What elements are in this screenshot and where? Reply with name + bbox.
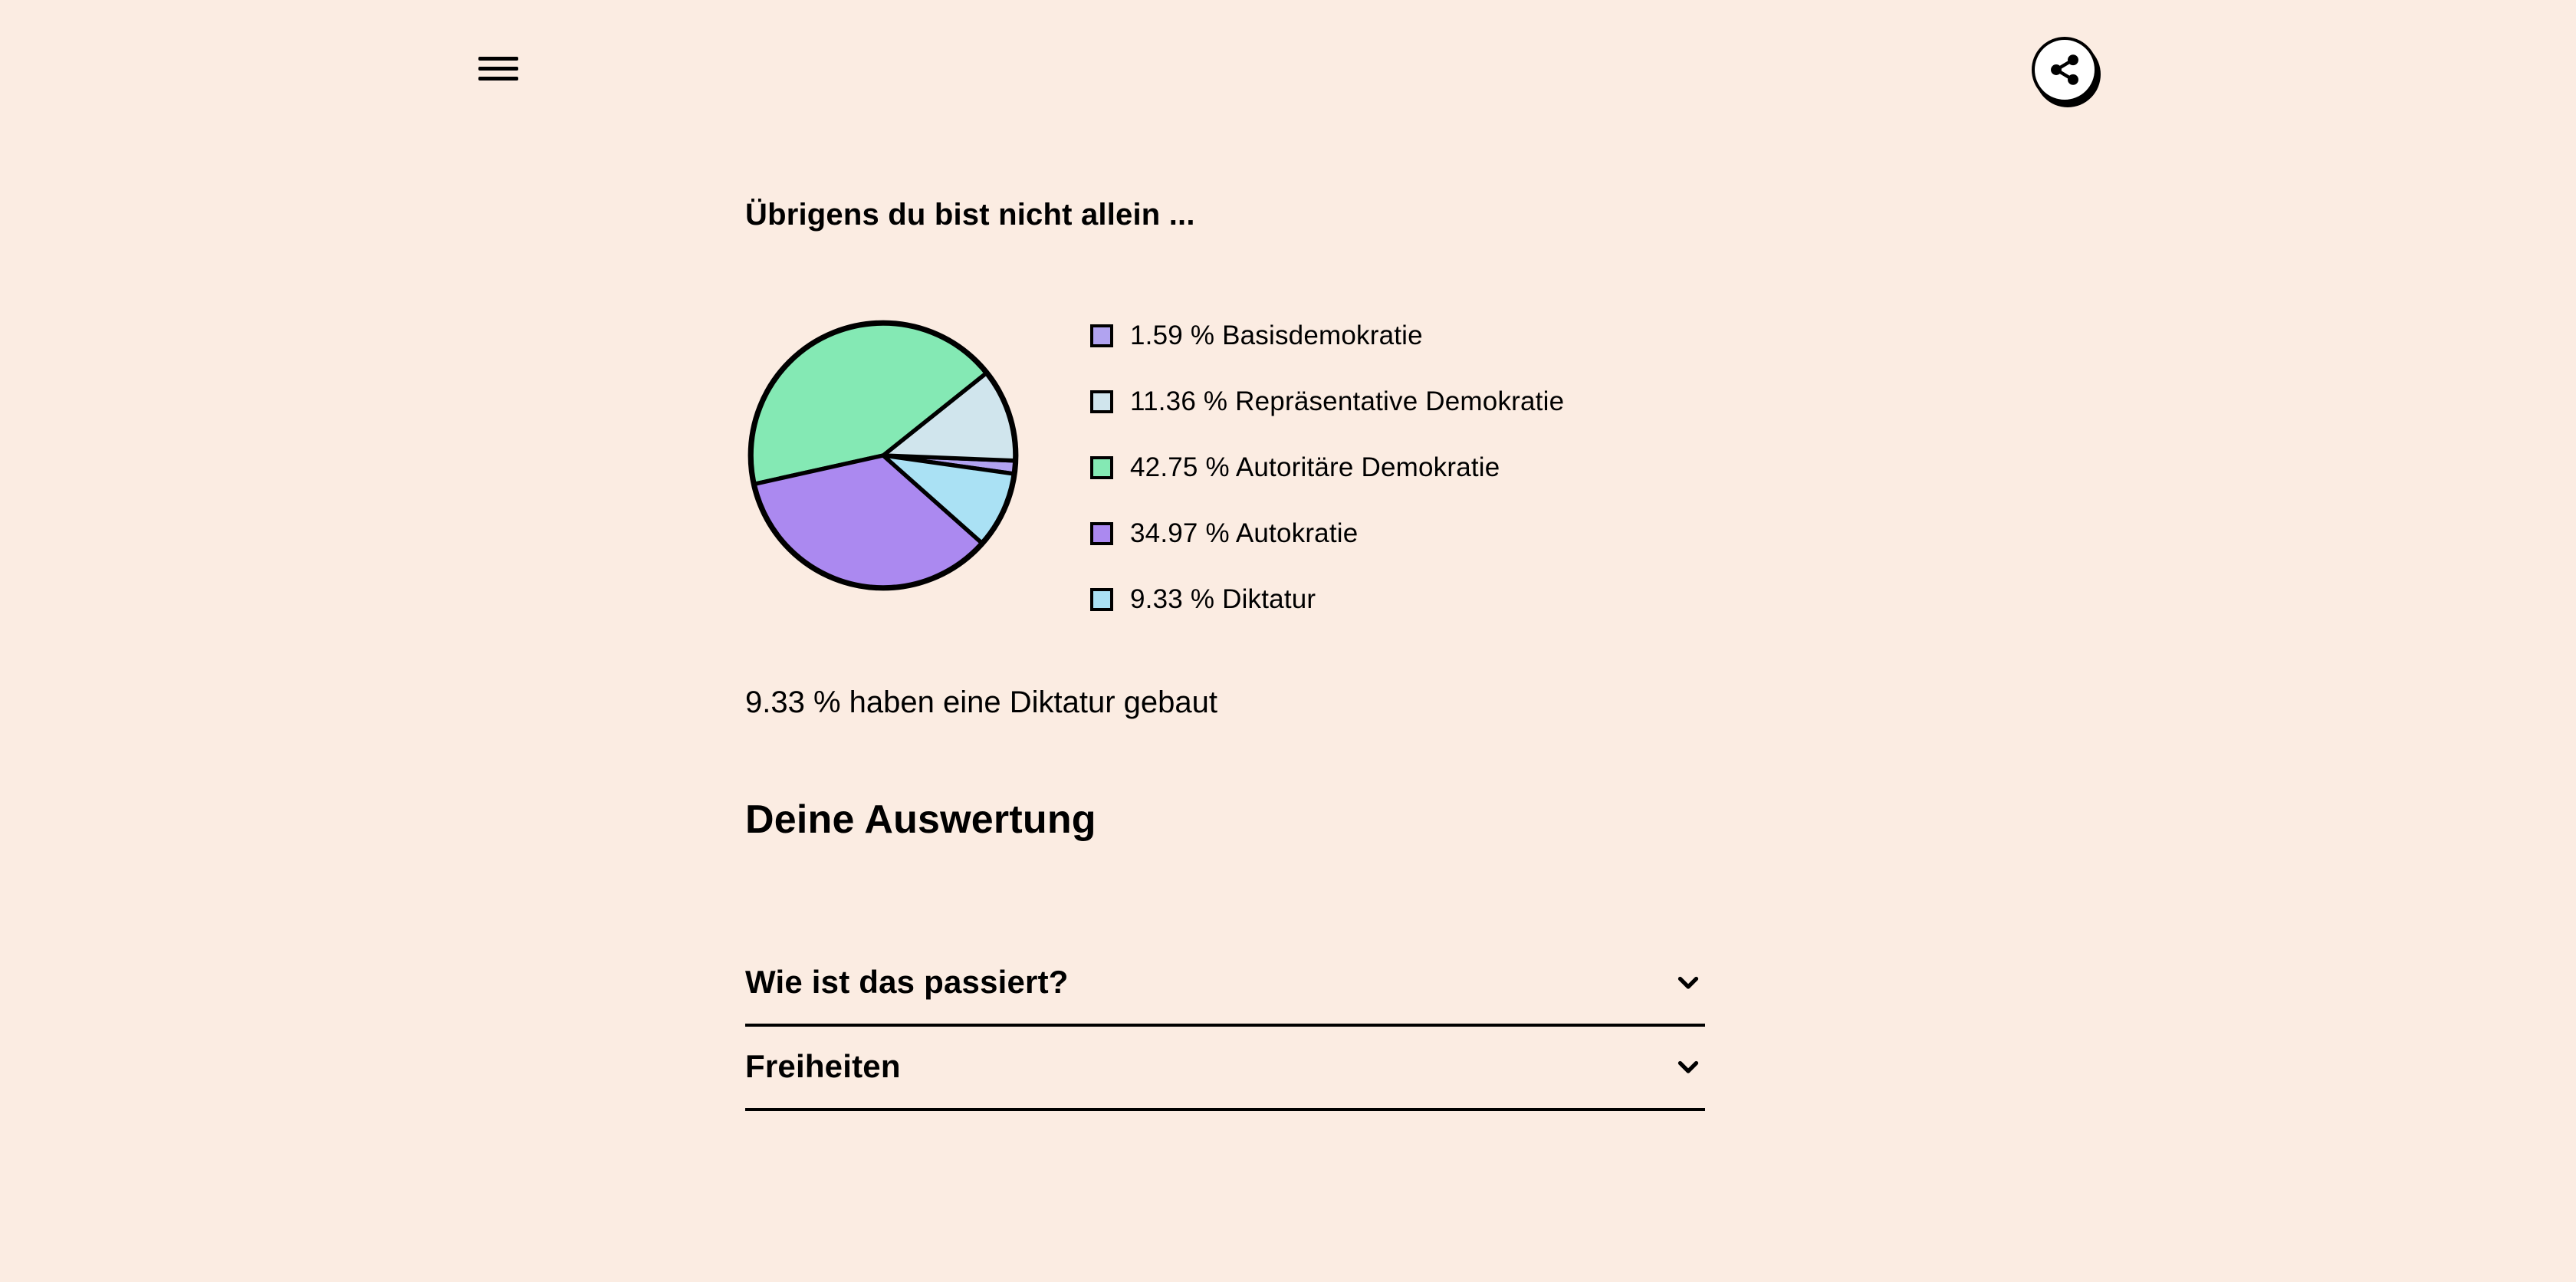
menu-button[interactable] (478, 48, 518, 88)
legend-item: 42.75 % Autoritäre Demokratie (1090, 452, 1564, 483)
summary-line: 9.33 % haben eine Diktatur gebaut (745, 685, 1705, 720)
legend-label: 42.75 % Autoritäre Demokratie (1130, 452, 1500, 483)
legend-swatch (1090, 588, 1113, 611)
evaluation-heading: Deine Auswertung (745, 797, 1705, 843)
share-icon (2048, 53, 2082, 87)
legend-label: 11.36 % Repräsentative Demokratie (1130, 386, 1564, 417)
legend-item: 11.36 % Repräsentative Demokratie (1090, 386, 1564, 417)
legend: 1.59 % Basisdemokratie 11.36 % Repräsent… (1090, 317, 1564, 615)
accordion-title: Wie ist das passiert? (745, 964, 1069, 1001)
main-content: Übrigens du bist nicht allein ... 1.59 %… (745, 196, 1705, 1111)
legend-swatch (1090, 522, 1113, 545)
legend-swatch (1090, 324, 1113, 347)
lead-text: Übrigens du bist nicht allein ... (745, 196, 1705, 233)
pie-chart (745, 317, 1021, 593)
accordion-title: Freiheiten (745, 1048, 901, 1085)
legend-swatch (1090, 390, 1113, 413)
legend-item: 1.59 % Basisdemokratie (1090, 320, 1564, 351)
accordion-item-how[interactable]: Wie ist das passiert? (745, 942, 1705, 1027)
legend-item: 9.33 % Diktatur (1090, 584, 1564, 615)
legend-item: 34.97 % Autokratie (1090, 518, 1564, 549)
legend-label: 34.97 % Autokratie (1130, 518, 1358, 549)
legend-label: 9.33 % Diktatur (1130, 584, 1316, 615)
chart-row: 1.59 % Basisdemokratie 11.36 % Repräsent… (745, 317, 1705, 615)
chevron-down-icon (1674, 1053, 1702, 1080)
accordion-item-freedoms[interactable]: Freiheiten (745, 1027, 1705, 1111)
legend-label: 1.59 % Basisdemokratie (1130, 320, 1423, 351)
share-button[interactable] (2032, 37, 2098, 103)
legend-swatch (1090, 456, 1113, 479)
chevron-down-icon (1674, 968, 1702, 996)
